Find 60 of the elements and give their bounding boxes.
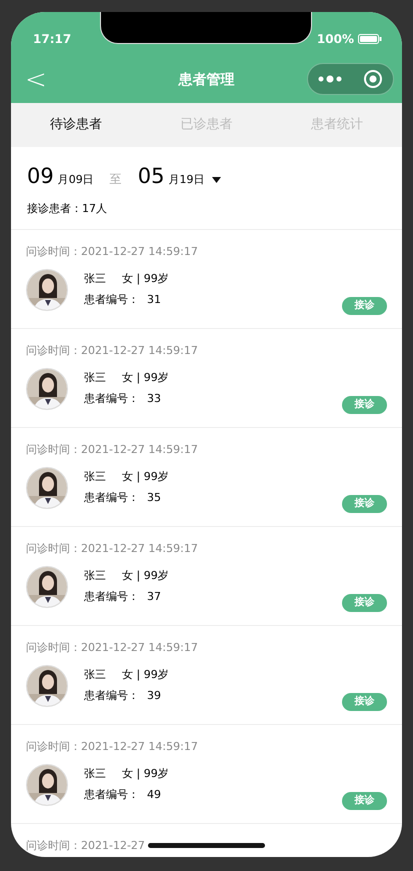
patient-id: 37 xyxy=(147,588,161,604)
start-date: 月09日 xyxy=(58,172,94,188)
accept-button[interactable]: 接诊 xyxy=(342,396,387,414)
patient-info: 女 | 99岁 xyxy=(122,271,169,287)
accept-button[interactable]: 接诊 xyxy=(342,692,387,710)
accept-button[interactable]: 接诊 xyxy=(342,792,387,810)
patient-id-label: 患者编号： xyxy=(84,688,139,704)
patient-id-label: 患者编号： xyxy=(84,292,139,308)
visit-time: 2021-12-27 14:59:17 xyxy=(81,739,198,755)
patient-id: 39 xyxy=(147,688,161,704)
patient-id-label: 患者编号： xyxy=(84,490,139,506)
battery-icon xyxy=(358,34,382,44)
visit-time-label: 问诊时间： xyxy=(26,442,81,458)
patient-name: 张三 xyxy=(84,370,106,386)
patient-id: 35 xyxy=(147,490,161,506)
patient-id: 49 xyxy=(147,786,161,802)
start-month: 09 xyxy=(27,163,54,190)
visit-time-label: 问诊时间： xyxy=(26,838,81,854)
patient-info: 女 | 99岁 xyxy=(122,667,169,683)
patient-id-label: 患者编号： xyxy=(84,588,139,604)
accept-button[interactable]: 接诊 xyxy=(342,594,387,612)
visit-time: 2021-12-27 14:59:17 xyxy=(81,640,198,656)
patient-info: 女 | 99岁 xyxy=(122,370,169,386)
accept-button[interactable]: 接诊 xyxy=(342,494,387,512)
back-button[interactable]: < xyxy=(19,67,47,93)
patient-info: 女 | 99岁 xyxy=(122,766,169,782)
close-icon[interactable] xyxy=(362,69,383,89)
visit-time-label: 问诊时间： xyxy=(26,739,81,755)
visit-time: 2021-12-27 14:59:17 xyxy=(81,343,198,359)
patient-id-label: 患者编号： xyxy=(84,786,139,802)
dropdown-caret-icon[interactable] xyxy=(212,177,222,183)
patient-count: 接诊患者：17人 xyxy=(27,200,108,216)
separator-text: 至 xyxy=(110,171,122,188)
end-date: 月19日 xyxy=(168,172,204,188)
visit-time: 2021-12-27 14:59:17 xyxy=(81,541,198,557)
battery-percent: 100% xyxy=(316,31,354,48)
status-time: 17:17 xyxy=(33,31,72,48)
end-month: 05 xyxy=(138,163,164,190)
accept-button[interactable]: 接诊 xyxy=(342,296,387,314)
visit-time-label: 问诊时间： xyxy=(26,244,81,260)
patient-id: 31 xyxy=(147,292,161,308)
patient-name: 张三 xyxy=(84,271,106,287)
tab[interactable]: 待诊患者 xyxy=(11,103,142,147)
visit-time-label: 问诊时间： xyxy=(26,541,81,557)
visit-time: 2021-12-27 14:59:17 xyxy=(81,442,198,458)
capsule-menu[interactable] xyxy=(307,63,394,95)
visit-time-label: 问诊时间： xyxy=(26,640,81,656)
visit-time: 2021-12-27 xyxy=(81,838,145,854)
visit-time-label: 问诊时间： xyxy=(26,343,81,359)
more-icon[interactable] xyxy=(318,75,342,83)
patient-id-label: 患者编号： xyxy=(84,390,139,406)
patient-name: 张三 xyxy=(84,469,106,485)
visit-time: 2021-12-27 14:59:17 xyxy=(81,244,198,260)
page-title: 患者管理 xyxy=(178,70,234,90)
patient-info: 女 | 99岁 xyxy=(122,469,169,485)
patient-name: 张三 xyxy=(84,568,106,584)
patient-id: 33 xyxy=(147,390,161,406)
patient-name: 张三 xyxy=(84,766,106,782)
patient-info: 女 | 99岁 xyxy=(122,568,169,584)
patient-name: 张三 xyxy=(84,667,106,683)
